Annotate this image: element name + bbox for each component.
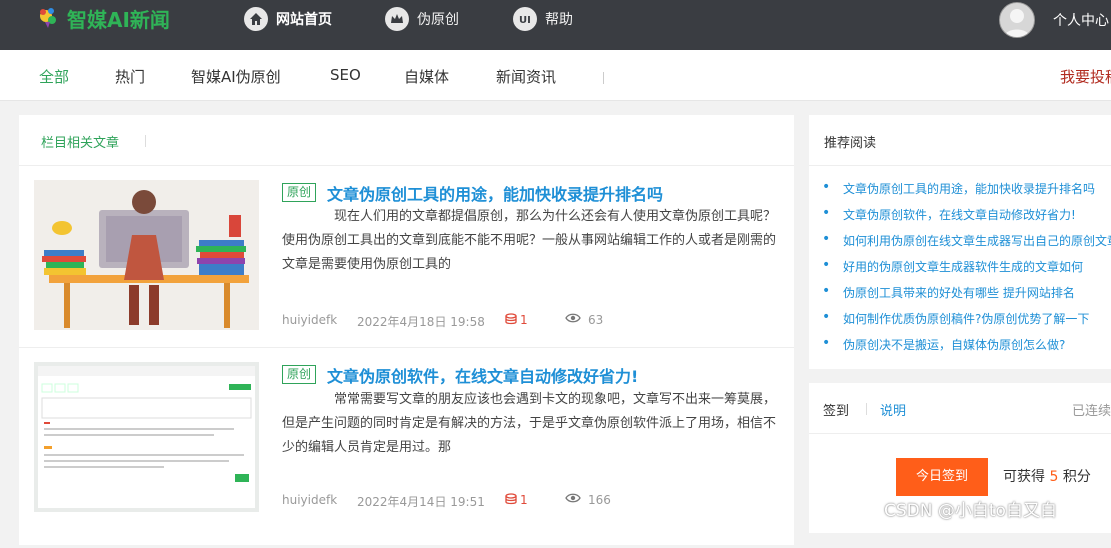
signin-divider [866, 403, 867, 415]
submit-article-link[interactable]: 我要投稿 [1060, 66, 1111, 87]
recommended-item[interactable]: 好用的伪原创文章生成器软件生成的文章如何 [822, 257, 1084, 275]
article-thumbnail[interactable] [34, 362, 259, 512]
article-title[interactable]: 文章伪原创软件，在线文章自动修改好省力! [327, 363, 638, 387]
ui-icon: UI [513, 7, 537, 31]
user-avatar[interactable] [999, 2, 1035, 38]
divider [809, 165, 1111, 166]
signin-streak: 已连续签到 [1072, 404, 1111, 419]
signin-tab[interactable]: 签到 [823, 400, 849, 419]
category-seo[interactable]: SEO [330, 66, 361, 84]
csdn-watermark: CSDN @小白to白又白 [884, 501, 1057, 521]
panel-header: 栏目相关文章 [19, 115, 794, 166]
nav-home[interactable]: 网站首页 [244, 0, 332, 38]
signin-explain-tab[interactable]: 说明 [880, 400, 906, 419]
article-author[interactable]: huiyidefk [282, 313, 337, 327]
article-item: 原创 文章伪原创软件，在线文章自动修改好省力! 常常需要写文章的朋友应该也会遇到… [19, 348, 794, 548]
original-badge: 原创 [282, 365, 316, 384]
user-center-link[interactable]: 个人中心 [1053, 10, 1109, 30]
article-date: 2022年4月14日 19:51 [357, 495, 485, 509]
recommended-panel: 推荐阅读 文章伪原创工具的用途，能加快收录提升排名吗 文章伪原创软件，在线文章自… [809, 115, 1111, 369]
site-logo[interactable]: 智媒AI新闻 [37, 6, 170, 32]
panel-title[interactable]: 栏目相关文章 [41, 132, 119, 151]
article-list-panel: 栏目相关文章 原创 文章伪原创工具的用途，能加快收录提升排名吗 现在人们用的文章… [19, 115, 794, 545]
points-value: 5 [1049, 469, 1059, 485]
eye-icon [565, 492, 581, 507]
recommended-item[interactable]: 文章伪原创软件，在线文章自动修改好省力! [822, 205, 1076, 223]
recommended-item-label: 伪原创工具带来的好处有哪些 提升网站排名 [843, 286, 1075, 300]
crown-icon [385, 7, 409, 31]
article-item: 原创 文章伪原创工具的用途，能加快收录提升排名吗 现在人们用的文章都提倡原创，那… [19, 165, 794, 348]
article-summary: 常常需要写文章的朋友应该也会遇到卡文的现象吧，文章写不出来一筹莫展，但是产生问题… [282, 392, 777, 455]
article-thumbnail[interactable] [34, 180, 259, 330]
nav-help[interactable]: UI 帮助 [513, 0, 573, 38]
svg-text:UI: UI [519, 15, 531, 26]
comment-count: 1 [520, 493, 528, 507]
recommended-item[interactable]: 伪原创决不是搬运，自媒体伪原创怎么做? [822, 335, 1066, 353]
recommended-item[interactable]: 伪原创工具带来的好处有哪些 提升网站排名 [822, 283, 1075, 301]
recommended-item-label: 如何利用伪原创在线文章生成器写出自己的原创文章 [843, 234, 1111, 248]
original-badge: 原创 [282, 183, 316, 202]
recommended-item-label: 如何制作优质伪原创稿件?伪原创优势了解一下 [843, 312, 1090, 326]
view-count: 63 [588, 313, 604, 327]
recommended-title: 推荐阅读 [824, 136, 877, 151]
category-bar: 全部 热门 智媒AI伪原创 SEO 自媒体 新闻资讯 我要投稿 [0, 50, 1111, 101]
article-author[interactable]: huiyidefk [282, 493, 337, 507]
article-summary: 现在人们用的文章都提倡原创，那么为什么还会有人使用文章伪原创工具呢？使用伪原创工… [282, 209, 777, 272]
category-all[interactable]: 全部 [39, 66, 69, 87]
article-title[interactable]: 文章伪原创工具的用途，能加快收录提升排名吗 [327, 181, 663, 205]
comment-count: 1 [520, 313, 528, 327]
divider [809, 433, 1111, 434]
top-bar: 智媒AI新闻 网站首页 伪原创 UI 帮助 个人中心 [0, 0, 1111, 50]
recommended-item-label: 文章伪原创软件，在线文章自动修改好省力! [843, 208, 1076, 222]
recommended-item[interactable]: 文章伪原创工具的用途，能加快收录提升排名吗 [822, 179, 1096, 197]
points-prefix: 可获得 [1003, 469, 1045, 485]
recommended-item-label: 伪原创决不是搬运，自媒体伪原创怎么做? [843, 338, 1066, 352]
nav-help-label: 帮助 [545, 12, 573, 28]
eye-icon [565, 312, 581, 327]
recommended-item[interactable]: 如何利用伪原创在线文章生成器写出自己的原创文章 [822, 231, 1111, 249]
recommended-item-label: 文章伪原创工具的用途，能加快收录提升排名吗 [843, 182, 1096, 196]
home-icon [244, 7, 268, 31]
category-divider [603, 72, 604, 84]
article-date: 2022年4月18日 19:58 [357, 315, 485, 329]
nav-rewrite-label: 伪原创 [417, 12, 459, 28]
nav-home-label: 网站首页 [276, 12, 332, 28]
category-hot[interactable]: 热门 [115, 66, 145, 87]
category-ai-rewrite[interactable]: 智媒AI伪原创 [191, 66, 281, 87]
signin-points: 可获得 5 积分 [1003, 466, 1091, 486]
logo-icon [40, 8, 56, 28]
signin-button[interactable]: 今日签到 [896, 458, 988, 496]
recommended-item[interactable]: 如何制作优质伪原创稿件?伪原创优势了解一下 [822, 309, 1090, 327]
comment-icon [505, 493, 517, 508]
panel-header-divider [145, 135, 146, 147]
category-we-media[interactable]: 自媒体 [404, 66, 449, 87]
comment-icon [505, 313, 517, 328]
site-name: 智媒AI新闻 [67, 7, 170, 32]
points-suffix: 积分 [1062, 469, 1091, 485]
nav-rewrite[interactable]: 伪原创 [385, 0, 459, 38]
recommended-item-label: 好用的伪原创文章生成器软件生成的文章如何 [843, 260, 1084, 274]
category-news[interactable]: 新闻资讯 [496, 66, 556, 87]
view-count: 166 [588, 493, 611, 507]
